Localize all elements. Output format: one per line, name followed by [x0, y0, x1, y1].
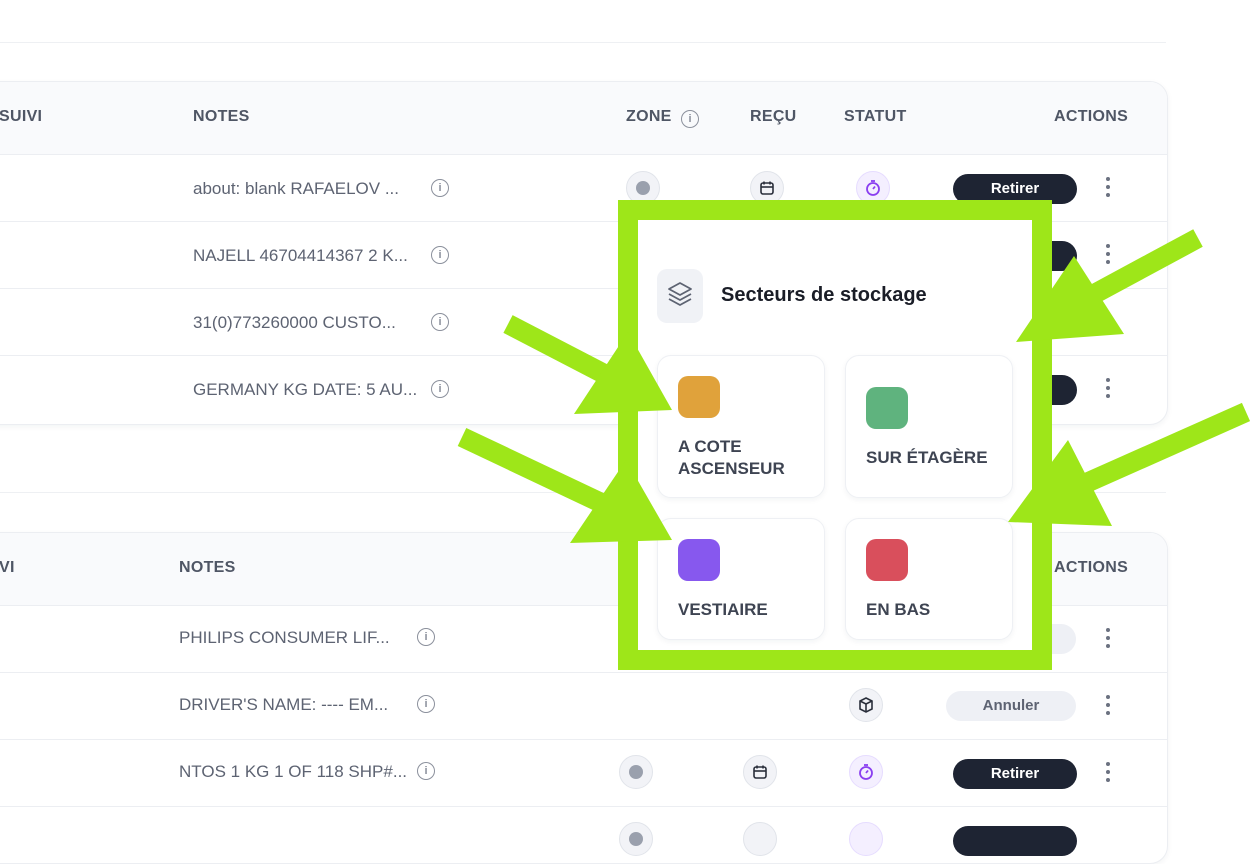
arrow-to-a-cote-ascenseur [503, 315, 617, 387]
arrow-head-icon [1016, 256, 1124, 342]
annotation-arrows [457, 229, 1250, 543]
arrow-to-en-bas [1061, 402, 1250, 502]
retirer-button[interactable] [953, 826, 1077, 856]
arrow-to-vestiaire [457, 427, 617, 518]
